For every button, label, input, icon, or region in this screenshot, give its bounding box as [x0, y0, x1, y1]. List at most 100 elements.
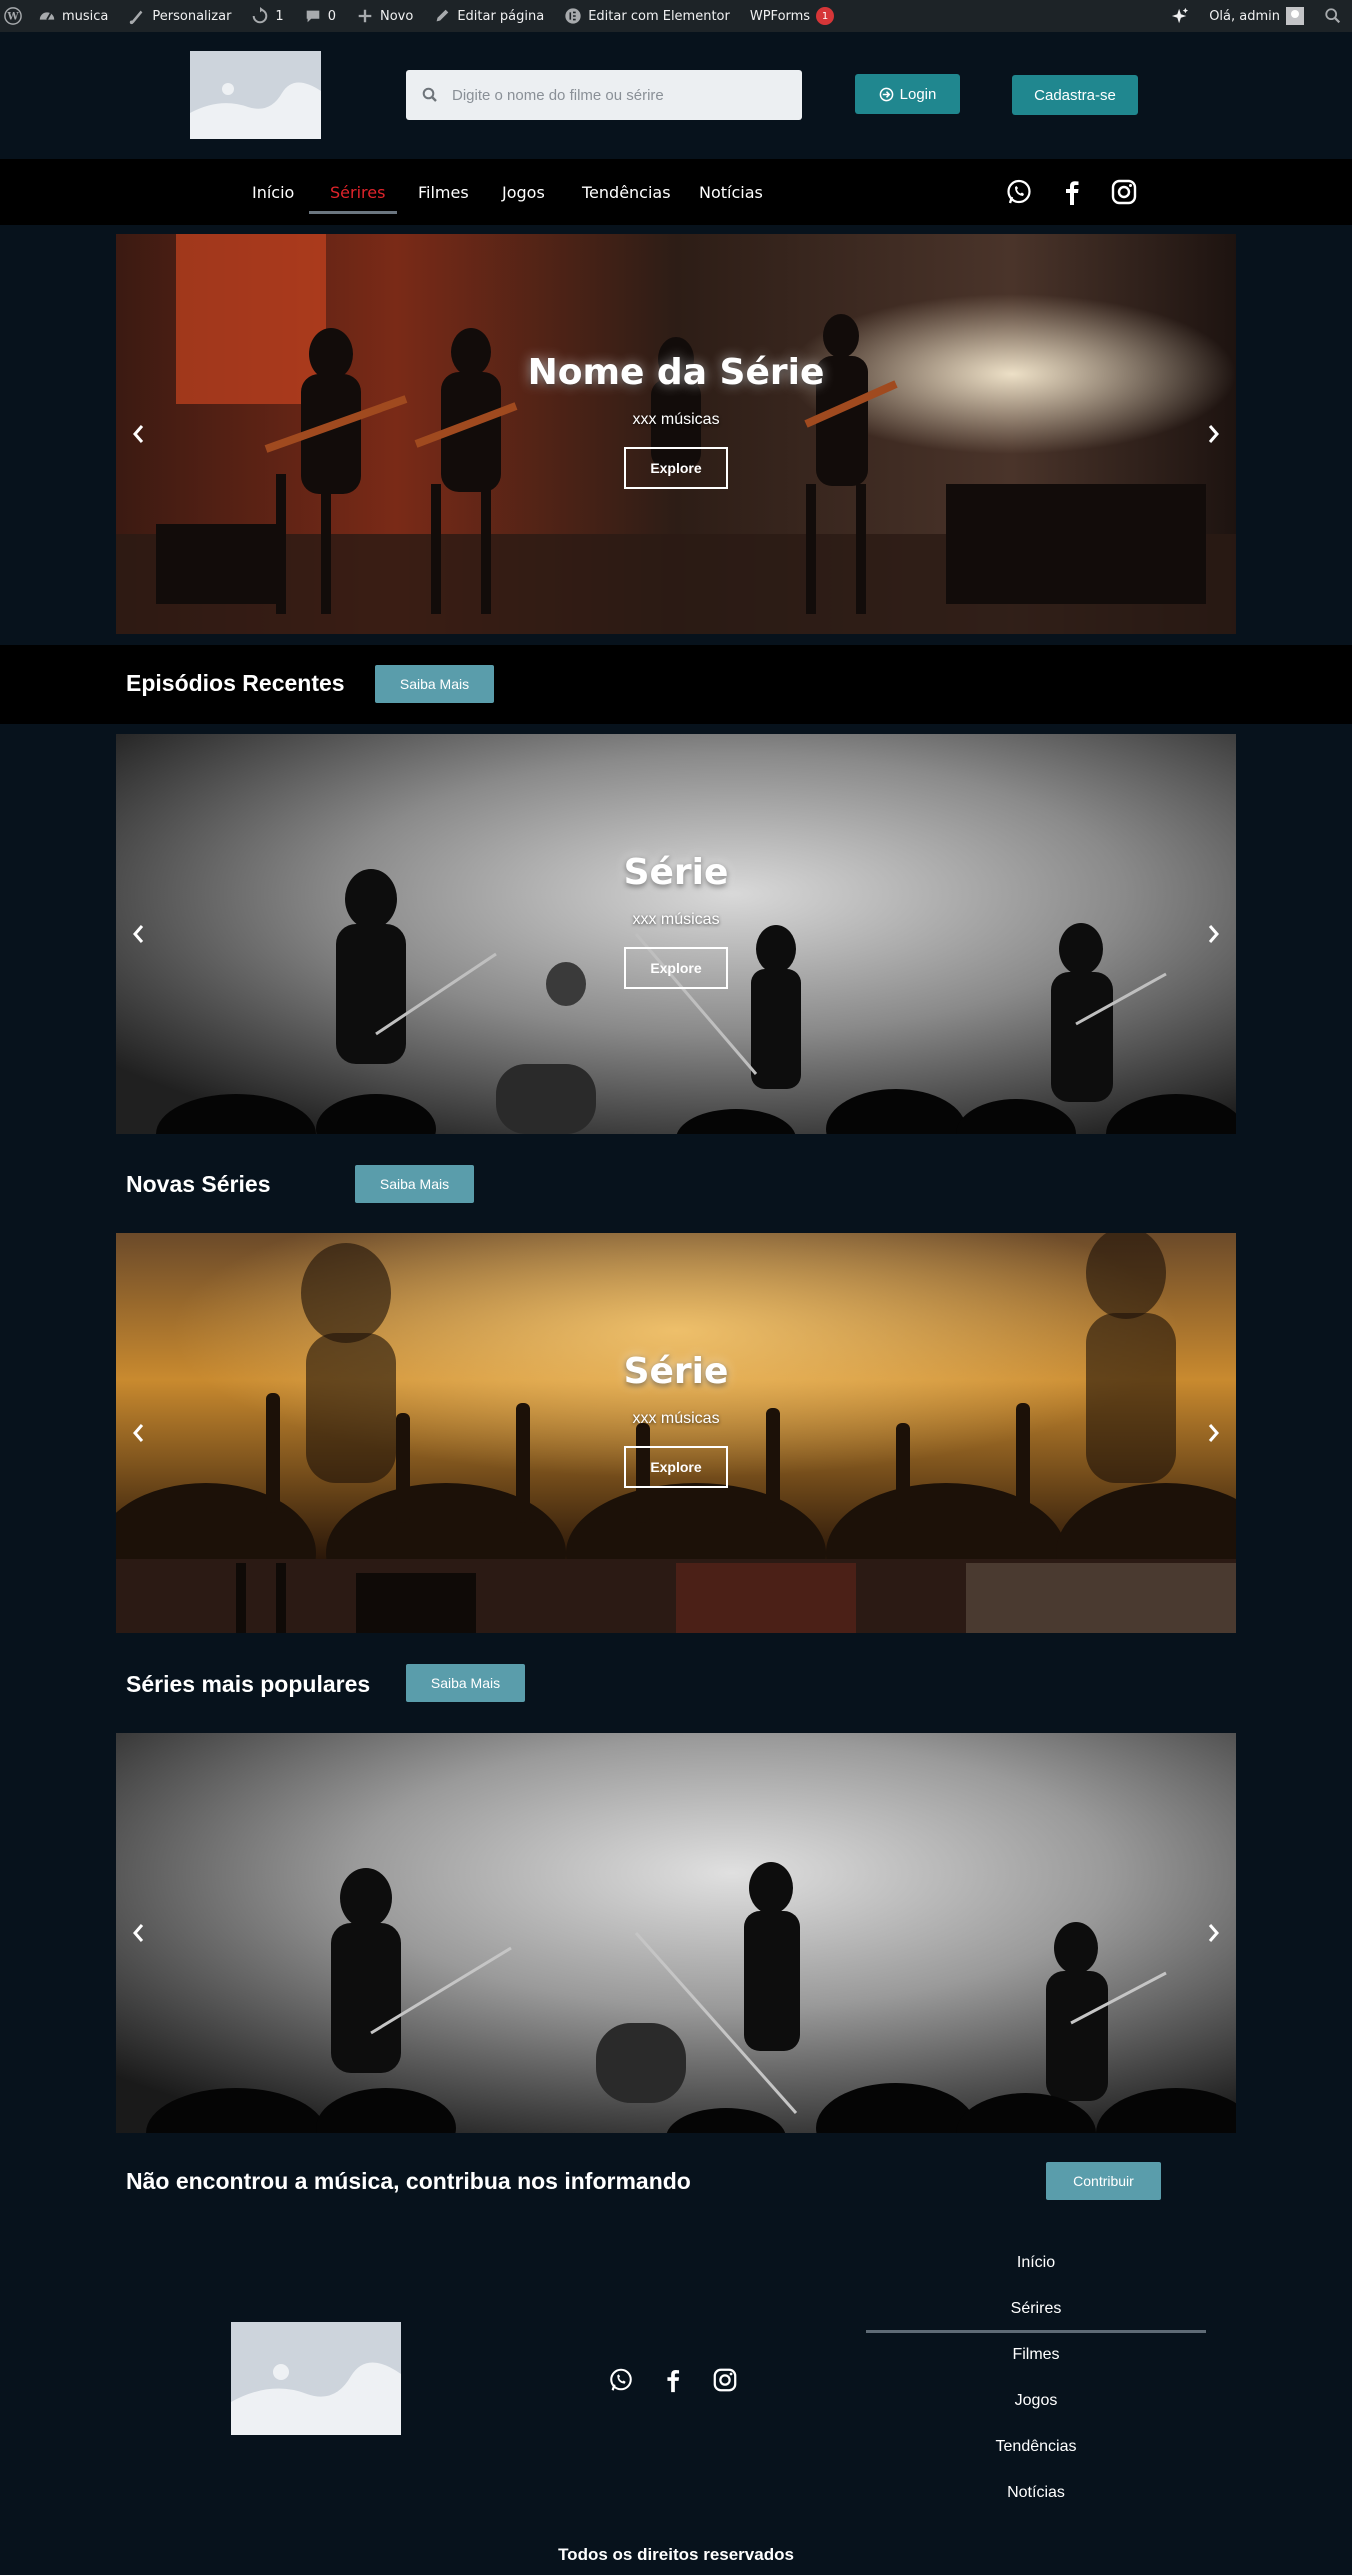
contribute-title: Não encontrou a música, contribua nos in… [126, 2168, 691, 2194]
image-placeholder-icon [231, 2322, 401, 2435]
slide-title: Série [623, 1351, 729, 1392]
slide-title: Nome da Série [527, 352, 825, 393]
nav-active-underline [309, 211, 397, 214]
contribute-section: Não encontrou a música, contribua nos in… [0, 2140, 1352, 2220]
new-series-slider: Série xxx músicas Explore [116, 1233, 1236, 1633]
slider-prev-button[interactable] [128, 1415, 148, 1451]
slide-subtitle: xxx músicas [632, 411, 720, 428]
site-header: Login Cadastra-se [0, 32, 1352, 159]
instagram-icon[interactable] [1110, 178, 1138, 206]
search-icon [1325, 8, 1341, 24]
nav-item-tendencias[interactable]: Tendências [582, 159, 671, 225]
facebook-icon[interactable] [1058, 178, 1086, 206]
concert-photo-bw [116, 1733, 1236, 2133]
site-name-label: musica [62, 8, 109, 24]
footer-link-inicio[interactable]: Início [866, 2254, 1206, 2272]
comment-icon [306, 10, 320, 23]
whatsapp-icon[interactable] [1005, 178, 1033, 206]
new-label: Novo [379, 8, 414, 24]
slider-next-button[interactable] [1204, 1915, 1224, 1951]
slider-next-button[interactable] [1204, 916, 1224, 952]
search-icon [422, 87, 437, 102]
chevron-right-icon [1208, 1424, 1219, 1442]
wp-admin-bar: W musica Personalizar 1 0 Novo Editar pá… [0, 0, 1352, 32]
nav-item-jogos[interactable]: Jogos [502, 159, 545, 225]
footer-link-series[interactable]: Sérires [866, 2300, 1206, 2318]
update-icon [253, 7, 268, 24]
nav-item-inicio[interactable]: Início [252, 159, 294, 225]
nav-item-filmes[interactable]: Filmes [418, 159, 469, 225]
contribute-button[interactable]: Contribuir [1046, 2162, 1161, 2200]
updates-button[interactable]: 1 [241, 0, 293, 32]
footer-logo[interactable] [231, 2322, 401, 2435]
chevron-right-icon [1208, 1924, 1219, 1942]
slider-next-button[interactable] [1204, 416, 1224, 452]
saiba-mais-button[interactable]: Saiba Mais [406, 1664, 525, 1702]
wpforms-label: WPForms [749, 8, 811, 24]
footer-link-tendencias[interactable]: Tendências [866, 2438, 1206, 2456]
instagram-icon[interactable] [712, 2367, 738, 2393]
comments-button[interactable]: 0 [294, 0, 346, 32]
edit-elementor-button[interactable]: Editar com Elementor [554, 0, 740, 32]
chevron-left-icon [133, 425, 144, 443]
search-input[interactable] [452, 86, 772, 104]
slide-subtitle: xxx músicas [632, 911, 720, 928]
slider-prev-button[interactable] [128, 416, 148, 452]
slide-caption: Série xxx músicas Explore [116, 1351, 1236, 1488]
chevron-left-icon [133, 1424, 144, 1442]
slide-caption: Série xxx músicas Explore [116, 852, 1236, 989]
edit-page-button[interactable]: Editar página [423, 0, 554, 32]
signup-label: Cadastra-se [1034, 86, 1116, 104]
dashboard-icon [39, 12, 55, 21]
wpforms-button[interactable]: WPForms 1 [740, 0, 844, 32]
new-button[interactable]: Novo [346, 0, 423, 32]
slider-prev-button[interactable] [128, 1915, 148, 1951]
explore-button[interactable]: Explore [624, 947, 728, 989]
section-title: Episódios Recentes [126, 670, 345, 696]
pencil-icon [436, 9, 449, 22]
wordpress-icon: W [4, 7, 22, 25]
wordpress-logo-button[interactable]: W [0, 0, 28, 32]
footer-link-filmes[interactable]: Filmes [866, 2346, 1206, 2364]
admin-search-button[interactable] [1314, 0, 1352, 32]
footer-active-divider [866, 2330, 1206, 2333]
copyright-text: Todos os direitos reservados [558, 2545, 794, 2564]
slide-title: Série [623, 852, 729, 893]
chevron-left-icon [133, 925, 144, 943]
popular-series-slider [116, 1733, 1236, 2133]
site-logo[interactable] [190, 51, 321, 139]
elementor-icon [565, 8, 581, 24]
customize-label: Personalizar [152, 8, 232, 24]
slide-caption: Nome da Série xxx músicas Explore [116, 352, 1236, 489]
nav-item-series[interactable]: Sérires [330, 159, 385, 225]
slider-next-button[interactable] [1204, 1415, 1224, 1451]
site-name-button[interactable]: musica [28, 0, 118, 32]
section-title: Séries mais populares [126, 1671, 371, 1697]
slider-prev-button[interactable] [128, 916, 148, 952]
search-bar [406, 70, 802, 120]
greeting-label: Olá, admin [1209, 8, 1280, 24]
footer-link-jogos[interactable]: Jogos [866, 2392, 1206, 2410]
section-popular-series: Séries mais populares Saiba Mais [0, 1645, 1352, 1725]
section-recent-episodes: Episódios Recentes Saiba Mais [0, 645, 1352, 724]
facebook-icon[interactable] [660, 2367, 686, 2393]
ai-sparkle-button[interactable] [1161, 0, 1199, 32]
wpforms-badge: 1 [816, 7, 835, 25]
edit-page-label: Editar página [457, 8, 545, 24]
customize-button[interactable]: Personalizar [118, 0, 241, 32]
login-button[interactable]: Login [855, 74, 960, 114]
whatsapp-icon[interactable] [608, 2367, 634, 2393]
nav-item-noticias[interactable]: Notícias [699, 159, 763, 225]
signup-button[interactable]: Cadastra-se [1012, 75, 1138, 115]
saiba-mais-button[interactable]: Saiba Mais [355, 1165, 474, 1203]
brush-icon [130, 10, 143, 25]
saiba-mais-button[interactable]: Saiba Mais [375, 665, 494, 703]
footer-link-noticias[interactable]: Notícias [866, 2484, 1206, 2502]
explore-button[interactable]: Explore [624, 447, 728, 489]
comments-count: 0 [327, 8, 336, 24]
explore-button[interactable]: Explore [624, 1446, 728, 1488]
section-new-series: Novas Séries Saiba Mais [0, 1145, 1352, 1225]
user-account-button[interactable]: Olá, admin [1199, 0, 1314, 32]
updates-count: 1 [275, 8, 284, 24]
login-icon [879, 87, 893, 101]
